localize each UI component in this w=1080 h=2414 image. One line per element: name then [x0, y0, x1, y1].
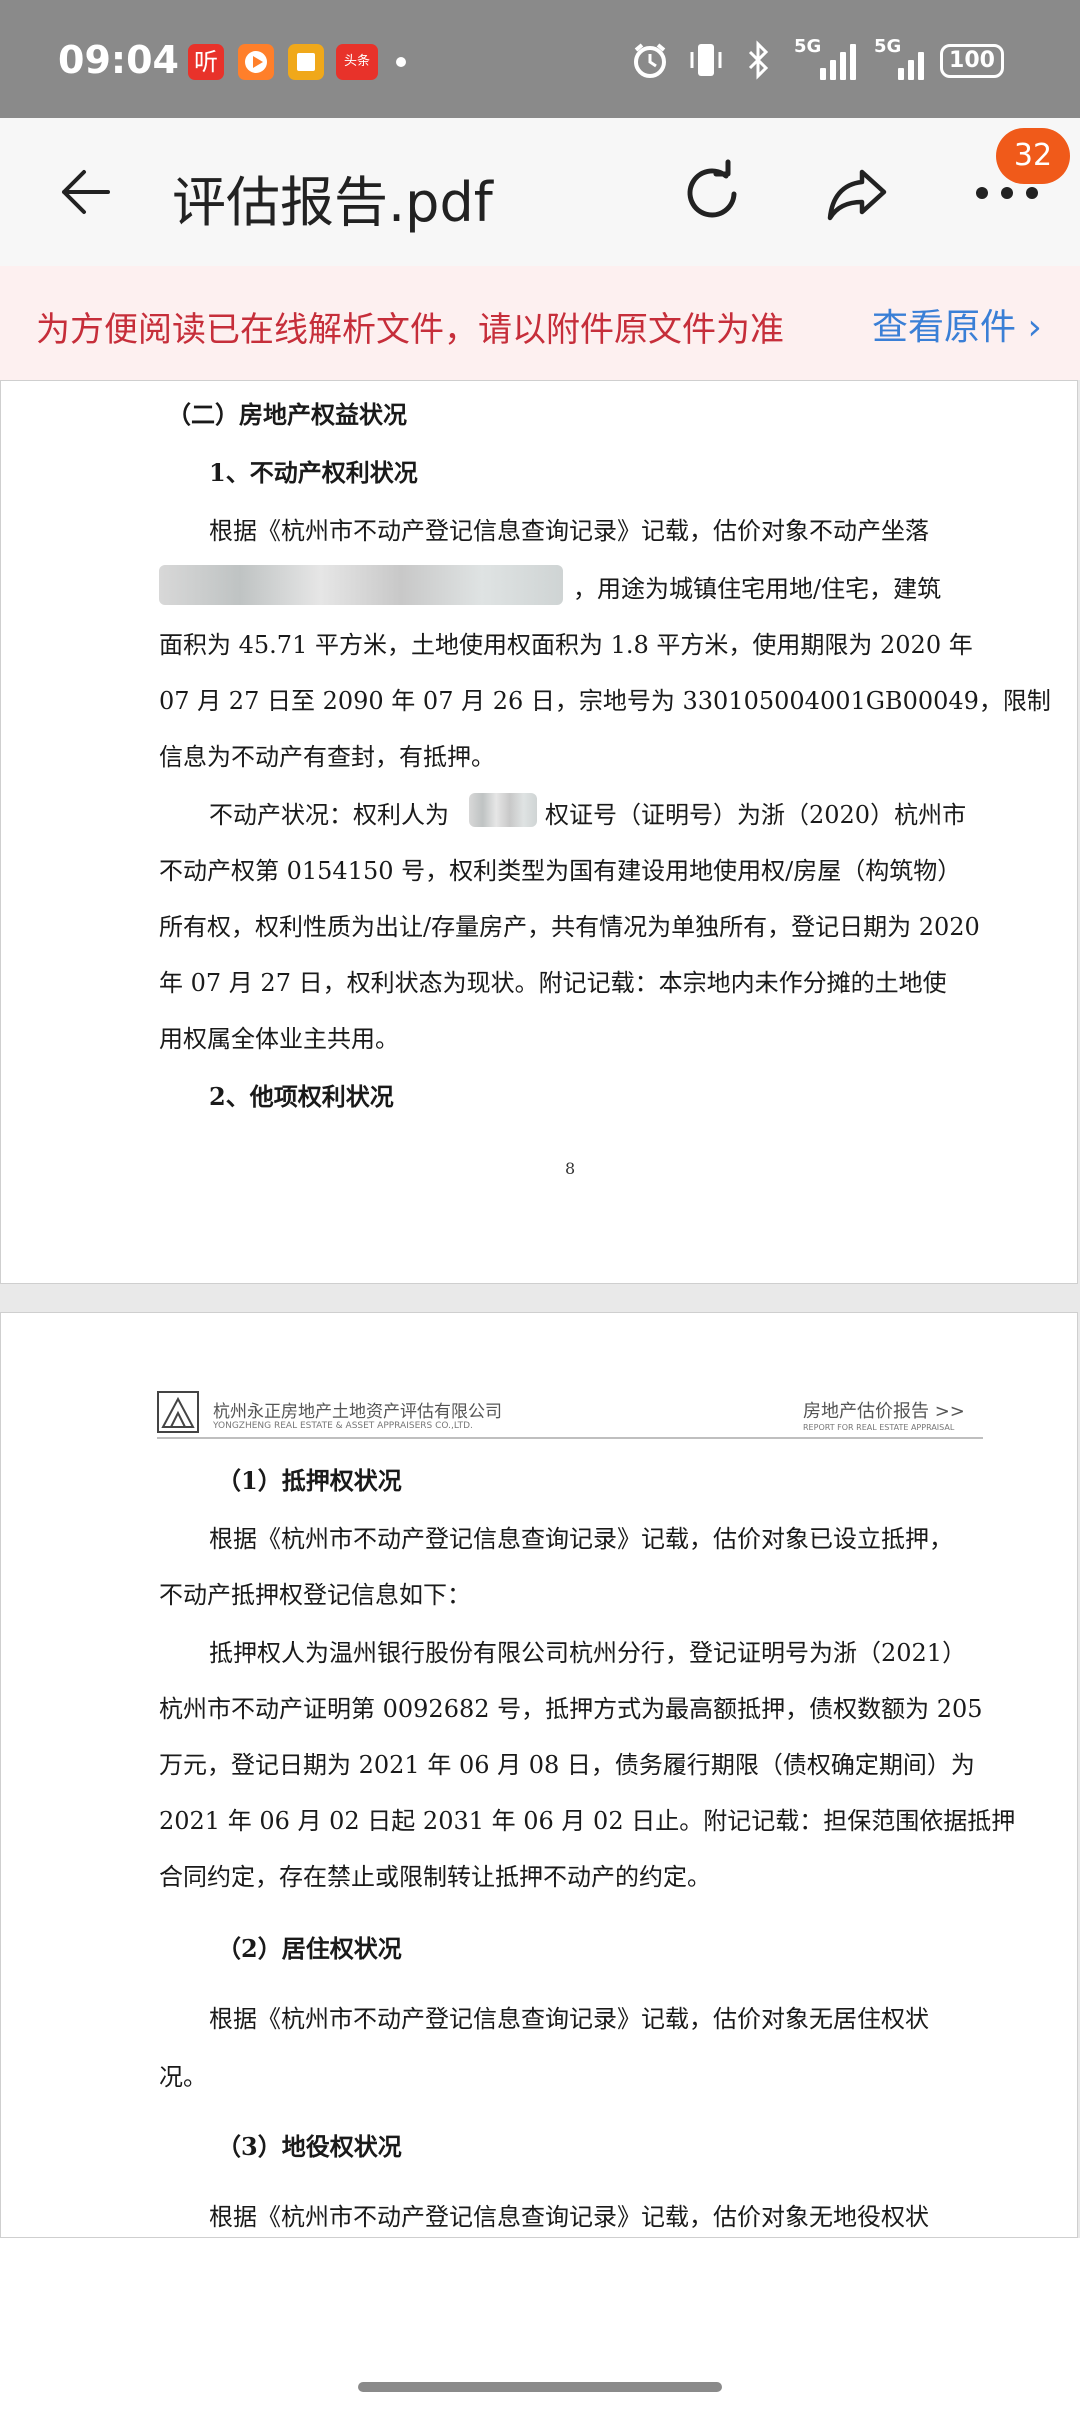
paragraph-line: 所有权，权利性质为出让/存量房产，共有情况为单独所有，登记日期为 2020 — [159, 913, 980, 941]
paragraph-line: 用权属全体业主共用。 — [159, 1025, 399, 1053]
paragraph-line: 不动产抵押权登记信息如下： — [159, 1581, 471, 1609]
more-notifications-dot — [396, 57, 406, 67]
signal-strength-2-icon — [898, 44, 924, 80]
view-original-label: 查看原件 — [872, 307, 1017, 348]
signal-label-1: 5G — [794, 36, 822, 57]
home-indicator[interactable] — [358, 2382, 722, 2392]
signal-strength-1-icon — [820, 44, 856, 80]
notification-badge: 32 — [996, 128, 1070, 184]
paragraph-line: 根据《杭州市不动产登记信息查询记录》记载，估价对象不动产坐落 — [209, 517, 929, 545]
back-arrow-icon[interactable] — [56, 162, 116, 222]
app-header: 评估报告.pdf 32 — [0, 118, 1080, 266]
paragraph-line: 根据《杭州市不动产登记信息查询记录》记载，估价对象已设立抵押， — [209, 1525, 953, 1553]
paragraph-line: ，用途为城镇住宅用地/住宅，建筑 — [573, 575, 942, 603]
header-company-en: YONGZHENG REAL ESTATE & ASSET APPRAISERS… — [213, 1421, 473, 1431]
subsection-title: 1、不动产权利状况 — [209, 458, 418, 487]
chevron-right-icon: › — [1016, 307, 1042, 348]
header-report-title: 房地产估价报告 >> — [803, 1401, 965, 1422]
alarm-icon — [634, 43, 666, 78]
status-time: 09:04 — [58, 38, 179, 82]
document-title: 评估报告.pdf — [172, 171, 493, 234]
page-number: 8 — [565, 1159, 576, 1178]
share-icon[interactable] — [822, 158, 894, 230]
section-heading: （2）居住权状况 — [217, 1934, 402, 1963]
parse-notice-bar: 为方便阅读已在线解析文件，请以附件原文件为准 查看原件 › — [0, 266, 1080, 380]
battery-indicator: 100 — [940, 44, 1004, 78]
toutiao-app-icon: 头条 — [336, 44, 378, 80]
cut-off-line-wrapper: 根据《杭州市不动产登记信息查询记录》记载，估价对象无地役权状 — [1, 2183, 1077, 2237]
subsection-title: 2、他项权利状况 — [209, 1082, 394, 1111]
paragraph-line: 2021 年 06 月 02 日起 2031 年 06 月 02 日止。附记记载… — [159, 1807, 1016, 1835]
paragraph-line: 况。 — [159, 2063, 207, 2091]
redacted-owner — [469, 793, 537, 827]
paragraph-line: 信息为不动产有查封，有抵押。 — [159, 743, 495, 771]
document-viewer[interactable]: （二）房地产权益状况 1、不动产权利状况 根据《杭州市不动产登记信息查询记录》记… — [0, 380, 1080, 2238]
section-heading: （1）抵押权状况 — [217, 1466, 402, 1495]
paragraph-line: 年 07 月 27 日，权利状态为现状。附记记载：本宗地内未作分摊的土地使 — [159, 969, 947, 997]
status-bar: 09:04 听 头条 5G 5G 100 — [0, 0, 1080, 118]
video-app-icon — [238, 44, 274, 80]
section-title: （二）房地产权益状况 — [167, 400, 407, 429]
header-divider — [157, 1437, 983, 1439]
paragraph-line: 抵押权人为温州银行股份有限公司杭州分行，登记证明号为浙（2021） — [209, 1639, 967, 1667]
paragraph-line: 不动产权第 0154150 号，权利类型为国有建设用地使用权/房屋（构筑物） — [159, 857, 962, 885]
redacted-address — [159, 565, 563, 605]
paragraph-line: 面积为 45.71 平方米，土地使用权面积为 1.8 平方米，使用期限为 202… — [159, 631, 973, 659]
view-original-link[interactable]: 查看原件 › — [872, 298, 1042, 350]
paragraph-line: 权证号（证明号）为浙（2020）杭州市 — [545, 801, 967, 829]
paragraph-line: 07 月 27 日至 2090 年 07 月 26 日，宗地号为 3301050… — [159, 687, 1051, 715]
vibrate-icon — [690, 44, 722, 76]
header-report-en: REPORT FOR REAL ESTATE APPRAISAL — [803, 1423, 955, 1432]
paragraph-line: 合同约定，存在禁止或限制转让抵押不动产的约定。 — [159, 1863, 711, 1891]
parse-notice-text: 为方便阅读已在线解析文件，请以附件原文件为准 — [36, 310, 784, 350]
company-logo-icon — [157, 1391, 199, 1433]
paragraph-line: 万元，登记日期为 2021 年 06 月 08 日，债务履行期限（债权确定期间）… — [159, 1751, 975, 1779]
paragraph-line: 根据《杭州市不动产登记信息查询记录》记载，估价对象无居住权状 — [209, 2005, 929, 2033]
document-page: （二）房地产权益状况 1、不动产权利状况 根据《杭州市不动产登记信息查询记录》记… — [0, 380, 1078, 1284]
paragraph-line: 杭州市不动产证明第 0092682 号，抵押方式为最高额抵押，债权数额为 205 — [159, 1695, 983, 1723]
document-page: 杭州永正房地产土地资产评估有限公司 YONGZHENG REAL ESTATE … — [0, 1312, 1078, 2238]
header-company-name: 杭州永正房地产土地资产评估有限公司 — [213, 1402, 502, 1422]
section-heading: （3）地役权状况 — [217, 2132, 402, 2161]
ting-app-icon: 听 — [188, 44, 224, 80]
paragraph-line: 根据《杭州市不动产登记信息查询记录》记载，估价对象无地役权状 — [209, 2203, 929, 2231]
paragraph-line: 不动产状况：权利人为 — [209, 801, 449, 829]
reader-app-icon — [288, 44, 324, 80]
refresh-icon[interactable] — [676, 158, 748, 230]
bluetooth-icon — [748, 40, 769, 80]
